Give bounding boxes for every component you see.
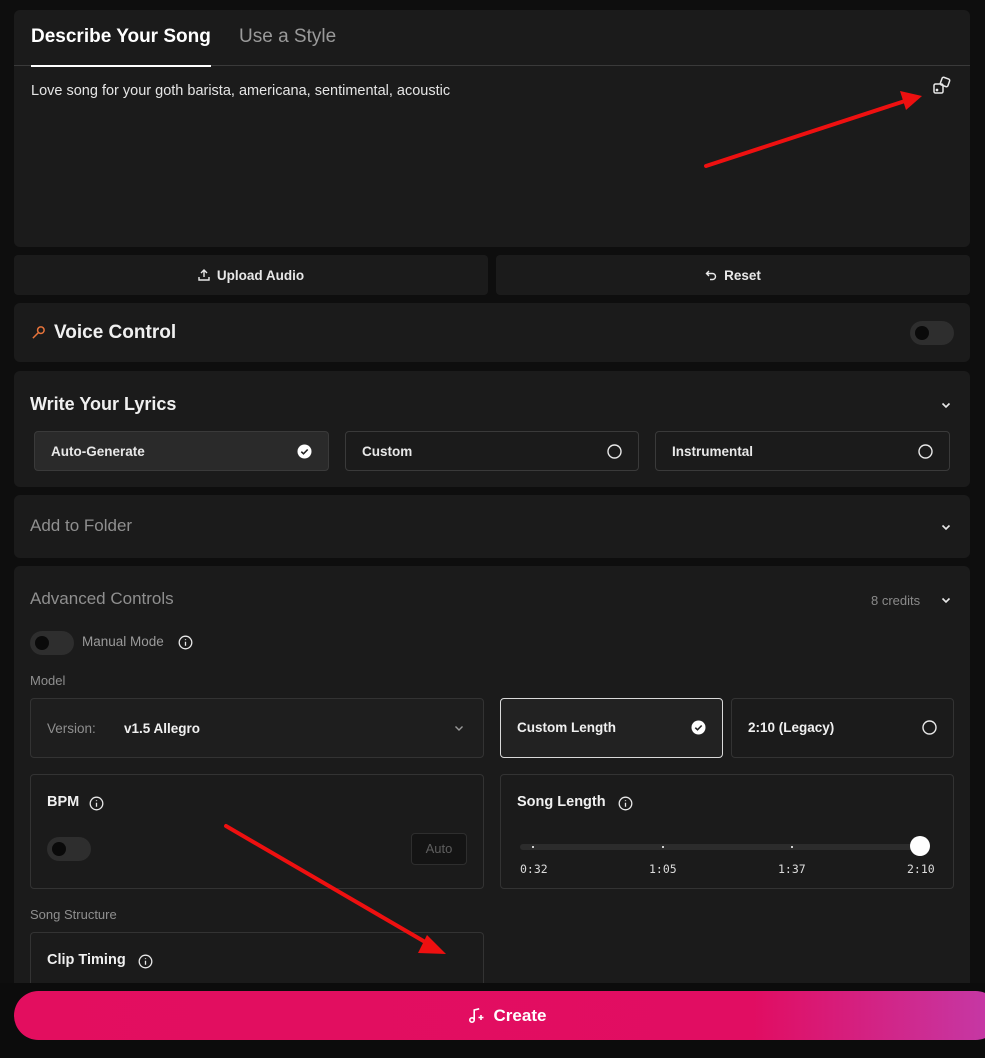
- reset-label: Reset: [724, 267, 761, 283]
- length-option-label: 2:10 (Legacy): [748, 720, 835, 735]
- toggle-knob: [52, 842, 66, 856]
- add-to-folder-panel[interactable]: Add to Folder: [14, 495, 970, 558]
- voice-control-title: Voice Control: [54, 322, 177, 343]
- bpm-box: BPM Auto: [30, 774, 484, 889]
- lyrics-panel: Write Your Lyrics Auto-Generate Custom I…: [14, 371, 970, 487]
- reset-button[interactable]: Reset: [496, 255, 970, 295]
- lyrics-option-auto-generate[interactable]: Auto-Generate: [34, 431, 329, 471]
- mode-tabs: Describe Your Song Use a Style: [14, 10, 970, 67]
- bpm-title: BPM: [47, 794, 80, 810]
- check-circle-icon: [691, 720, 706, 735]
- tick-label: 1:37: [778, 862, 806, 876]
- advanced-controls-title: Advanced Controls: [30, 589, 174, 608]
- tick-label: 2:10: [907, 862, 935, 876]
- create-button[interactable]: Create: [14, 991, 985, 1040]
- clip-timing-title: Clip Timing: [47, 952, 126, 968]
- info-icon[interactable]: [138, 954, 153, 969]
- lyrics-option-instrumental[interactable]: Instrumental: [655, 431, 950, 471]
- song-structure-label: Song Structure: [30, 907, 117, 922]
- microphone-icon: [32, 326, 45, 339]
- upload-audio-button[interactable]: Upload Audio: [14, 255, 488, 295]
- lyrics-option-custom[interactable]: Custom: [345, 431, 639, 471]
- voice-control-panel: Voice Control: [14, 303, 970, 362]
- chevron-down-icon[interactable]: [940, 399, 952, 411]
- prompt-panel: Describe Your Song Use a Style Love song…: [14, 10, 970, 247]
- toggle-knob: [915, 326, 929, 340]
- tab-use-a-style[interactable]: Use a Style: [239, 10, 336, 66]
- song-length-slider-thumb[interactable]: [910, 836, 930, 856]
- tick-label: 1:05: [649, 862, 677, 876]
- dice-icon[interactable]: [932, 76, 952, 96]
- length-option-label: Custom Length: [517, 720, 616, 735]
- radio-empty-icon: [918, 444, 933, 459]
- create-label: Create: [493, 1005, 547, 1025]
- length-option-legacy[interactable]: 2:10 (Legacy): [731, 698, 954, 758]
- option-label: Custom: [362, 444, 413, 459]
- version-select[interactable]: Version: v1.5 Allegro: [30, 698, 484, 758]
- option-label: Auto-Generate: [51, 444, 145, 459]
- manual-mode-toggle[interactable]: [30, 631, 74, 655]
- radio-empty-icon: [607, 444, 622, 459]
- manual-mode-label: Manual Mode: [82, 634, 164, 649]
- version-label: Version:: [47, 721, 96, 736]
- song-description-input[interactable]: Love song for your goth barista, america…: [31, 83, 450, 99]
- advanced-controls-panel: Advanced Controls 8 credits Manual Mode …: [14, 566, 970, 1002]
- song-length-title: Song Length: [517, 794, 606, 810]
- info-icon[interactable]: [178, 635, 193, 650]
- length-option-custom[interactable]: Custom Length: [500, 698, 723, 758]
- option-label: Instrumental: [672, 444, 754, 459]
- tab-describe-your-song[interactable]: Describe Your Song: [31, 10, 211, 67]
- info-icon[interactable]: [89, 796, 104, 811]
- model-label: Model: [30, 673, 66, 688]
- chevron-down-icon[interactable]: [940, 594, 952, 606]
- slider-tick: [532, 846, 534, 848]
- version-value: v1.5 Allegro: [124, 721, 201, 736]
- music-note-icon: [468, 1008, 484, 1024]
- slider-tick: [791, 846, 793, 848]
- voice-control-toggle[interactable]: [910, 321, 954, 345]
- info-icon[interactable]: [618, 796, 633, 811]
- create-bar: Create: [0, 983, 985, 1058]
- slider-tick: [662, 846, 664, 848]
- check-circle-icon: [297, 444, 312, 459]
- bpm-input[interactable]: Auto: [411, 833, 467, 865]
- credits-label: 8 credits: [871, 593, 921, 608]
- undo-icon: [705, 270, 717, 281]
- bpm-toggle[interactable]: [47, 837, 91, 861]
- upload-icon: [198, 269, 210, 281]
- tick-label: 0:32: [520, 862, 548, 876]
- add-to-folder-title: Add to Folder: [30, 516, 133, 535]
- song-length-slider-track[interactable]: [520, 844, 922, 850]
- chevron-down-icon[interactable]: [940, 521, 952, 533]
- upload-audio-label: Upload Audio: [216, 267, 305, 283]
- toggle-knob: [35, 636, 49, 650]
- radio-empty-icon: [922, 720, 937, 735]
- song-length-box: Song Length 0:32 1:05 1:37 2:10: [500, 774, 954, 889]
- lyrics-title: Write Your Lyrics: [30, 394, 177, 414]
- chevron-down-icon: [455, 726, 463, 731]
